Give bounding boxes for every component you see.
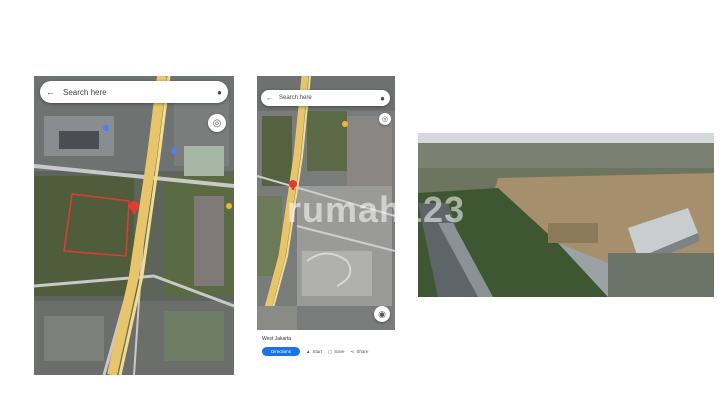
mic-icon[interactable]: ●	[217, 88, 222, 97]
back-arrow-icon[interactable]: ←	[266, 95, 273, 102]
place-title: West Jakarta	[262, 336, 292, 342]
compass-icon[interactable]: ◎	[379, 113, 391, 125]
directions-button[interactable]: Directions	[262, 347, 301, 356]
mic-icon[interactable]: ●	[380, 94, 385, 103]
watermark: rumah123	[287, 189, 466, 230]
search-input[interactable]: Search here	[63, 88, 217, 97]
place-sheet: West Jakarta Directions ▲ Start ▢ Save ≺…	[257, 330, 395, 380]
search-bar[interactable]: ← Search here ●	[40, 81, 228, 103]
satellite-map-image	[34, 76, 234, 375]
start-button[interactable]: ▲ Start	[306, 349, 322, 354]
compass-icon[interactable]: ◎	[208, 114, 226, 132]
save-button[interactable]: ▢ Save	[328, 349, 345, 355]
search-input[interactable]: Search here	[279, 95, 380, 101]
my-location-icon[interactable]: ◉	[374, 306, 390, 322]
action-row: Directions ▲ Start ▢ Save ≺ Share	[262, 347, 368, 356]
back-arrow-icon[interactable]: ←	[46, 87, 55, 97]
search-bar[interactable]: ← Search here ●	[261, 90, 390, 106]
share-button[interactable]: ≺ Share	[351, 349, 369, 355]
satellite-map-left[interactable]: ← Search here ● ◎	[34, 76, 234, 375]
